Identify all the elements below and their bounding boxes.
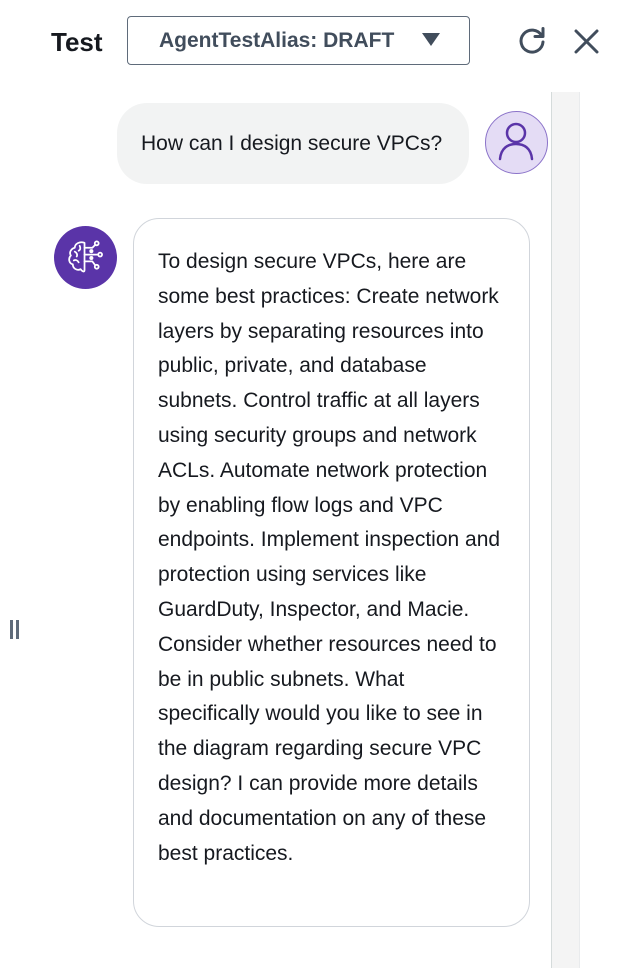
user-avatar-icon	[498, 122, 534, 161]
agent-avatar	[54, 226, 117, 289]
panel-resize-handle[interactable]	[10, 620, 24, 640]
panel-title: Test	[51, 27, 103, 57]
user-avatar	[485, 111, 548, 174]
scrollbar[interactable]	[551, 92, 580, 968]
refresh-icon[interactable]	[517, 26, 547, 56]
agent-brain-icon	[68, 240, 103, 273]
agent-message-bubble: To design secure VPCs, here are some bes…	[133, 218, 530, 927]
close-icon[interactable]	[574, 29, 599, 54]
test-panel: Test AgentTestAlias: DRAFT How can I des…	[0, 0, 620, 968]
caret-down-icon	[422, 33, 440, 46]
alias-dropdown-value: AgentTestAlias: DRAFT	[159, 29, 395, 52]
alias-dropdown[interactable]: AgentTestAlias: DRAFT	[127, 16, 470, 65]
agent-message-text: To design secure VPCs, here are some bes…	[158, 250, 501, 865]
user-message-bubble: How can I design secure VPCs?	[117, 103, 469, 184]
user-message-text: How can I design secure VPCs?	[141, 132, 443, 155]
